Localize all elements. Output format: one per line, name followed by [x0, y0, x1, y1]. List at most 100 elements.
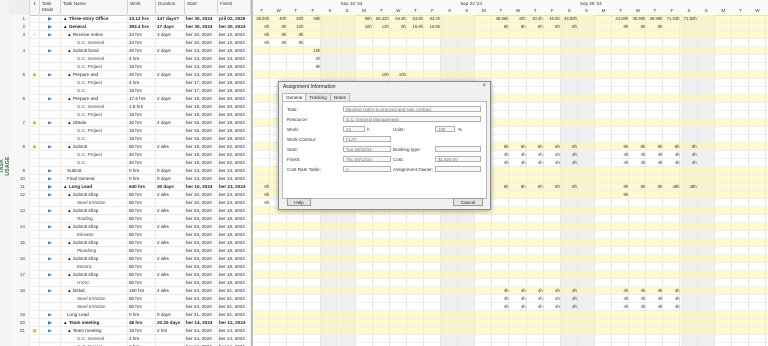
usage-cell[interactable]: 13h [373, 23, 390, 31]
task-name-cell[interactable]: G.C. General [61, 103, 128, 111]
task-mode-icon[interactable]: ▶ [40, 311, 61, 319]
row-id[interactable]: 17 [9, 271, 30, 279]
usage-cell[interactable]: 4h [492, 303, 509, 311]
work-cell[interactable]: 48 hrs [128, 319, 156, 327]
indicator-icon[interactable] [30, 263, 40, 271]
duration-cell[interactable]: 2 wks [156, 207, 185, 215]
cost-field[interactable]: $1,920.00 [435, 156, 481, 162]
table-row[interactable]: Roofing 80 hrs ber 03, 2024 ber 16, 2024 [9, 215, 251, 223]
start-cell[interactable]: ber 24, 2024 [185, 287, 218, 295]
task-name-cell[interactable]: G.C. General [61, 39, 128, 47]
row-id[interactable]: 15 [9, 239, 30, 247]
duration-cell[interactable]: 2 wks [156, 255, 185, 263]
usage-cell[interactable]: 4h [492, 287, 509, 295]
usage-cell[interactable]: 40h [270, 15, 287, 23]
task-mode-icon[interactable]: ▶ [40, 143, 61, 151]
start-cell[interactable]: ber 10, 2024 [185, 39, 218, 47]
finish-cell[interactable]: ber 14, 2024 [218, 335, 251, 343]
work-cell[interactable]: 80 hrs [128, 199, 156, 207]
usage-cell[interactable]: 4h [510, 303, 527, 311]
start-cell[interactable]: ber 03, 2024 [185, 239, 218, 247]
usage-cell[interactable]: 8h [492, 183, 509, 191]
table-row[interactable]: 1 ▶ ▲ Three-story Office 13.12 hrs 147 days?… [9, 15, 251, 23]
usage-cell[interactable]: 10h [356, 23, 373, 31]
work-cell[interactable]: 4 hrs [128, 55, 156, 63]
table-row[interactable]: Steel Erection 80 hrs ber 10, 2024 ber 23, … [9, 199, 251, 207]
duration-cell[interactable] [156, 103, 185, 111]
table-row[interactable]: G.C. Project 40 hrs ber 19, 2024 ber 02, 20… [9, 151, 251, 159]
row-id[interactable] [9, 127, 30, 135]
cancel-button[interactable]: Cancel [453, 198, 483, 206]
help-button[interactable]: Help [287, 198, 311, 206]
work-cell[interactable]: 4 hrs [128, 79, 156, 87]
duration-cell[interactable] [156, 335, 185, 343]
task-mode-icon[interactable]: ▶ [40, 119, 61, 127]
indicator-icon[interactable] [30, 247, 40, 255]
indicator-icon[interactable] [30, 175, 40, 183]
row-id[interactable] [9, 151, 30, 159]
usage-cell[interactable]: 4h [527, 287, 544, 295]
task-mode-icon[interactable] [40, 87, 61, 95]
table-row[interactable]: 19 ▶ Long Lead 0 hrs 0 days ber 21, 2024 ber 2… [9, 311, 251, 319]
table-row[interactable]: 7 ◆ ▶ ▲ Obtain 32 hrs 4 days ber 15, 2024 ber 1… [9, 119, 251, 127]
finish-cell[interactable]: ber 02, 2024 [218, 151, 251, 159]
indicator-icon[interactable] [30, 103, 40, 111]
duration-cell[interactable]: 17 days [156, 23, 185, 31]
task-name-cell[interactable]: G.C. [61, 159, 128, 167]
work-cell[interactable]: 16 hrs [128, 63, 156, 71]
row-id[interactable] [9, 215, 30, 223]
work-cell[interactable]: 20 hrs [128, 47, 156, 55]
start-cell[interactable]: ber 10, 2024 [185, 191, 218, 199]
indicator-icon[interactable] [30, 159, 40, 167]
duration-cell[interactable] [156, 79, 185, 87]
usage-cell[interactable]: 8h [270, 23, 287, 31]
work-cell[interactable]: 80 hrs [128, 231, 156, 239]
indicator-icon[interactable] [30, 199, 40, 207]
finish-cell[interactable]: ber 16, 2024 [218, 231, 251, 239]
task-mode-icon[interactable]: ▶ [40, 207, 61, 215]
row-id[interactable]: 5 [9, 71, 30, 79]
task-mode-icon[interactable]: ▶ [40, 319, 61, 327]
table-row[interactable]: Steel Erection 80 hrs ber 24, 2024 ber 21, … [9, 303, 251, 311]
table-row[interactable]: 18 ▶ ▲ Detail, 160 hrs 4 wks ber 24, 2024 ber … [9, 287, 251, 295]
duration-cell[interactable]: 2 days [156, 95, 185, 103]
task-mode-icon[interactable] [40, 279, 61, 287]
usage-cell[interactable]: 4h [629, 287, 646, 295]
table-row[interactable]: G.C. 16 hrs ber 15, 2024 ber 18, 2024 [9, 135, 251, 143]
start-cell[interactable]: ber 14, 2024 [185, 319, 218, 327]
indicator-icon[interactable] [30, 223, 40, 231]
finish-cell[interactable]: ber 18, 2024 [218, 119, 251, 127]
start-cell[interactable]: ber 19, 2024 [185, 159, 218, 167]
usage-cell[interactable]: 8h [287, 39, 304, 47]
usage-cell[interactable]: 4h [612, 295, 629, 303]
table-row[interactable]: G.C. General 1.6 hrs ber 19, 2024 ber 20, 2… [9, 103, 251, 111]
start-cell[interactable]: ber 13, 2024 [185, 175, 218, 183]
indicator-icon[interactable] [30, 87, 40, 95]
usage-cell[interactable]: 4h [646, 287, 663, 295]
duration-cell[interactable] [156, 127, 185, 135]
duration-cell[interactable] [156, 159, 185, 167]
usage-cell[interactable]: 4h [681, 159, 698, 167]
indicator-icon[interactable] [30, 335, 40, 343]
finish-cell[interactable]: ber 23, 2024 [218, 183, 251, 191]
table-row[interactable]: Elevator 80 hrs ber 03, 2024 ber 16, 2024 [9, 231, 251, 239]
indicator-icon[interactable] [30, 151, 40, 159]
usage-cell[interactable]: 4h [629, 151, 646, 159]
start-cell[interactable]: ber 19, 2024 [185, 95, 218, 103]
duration-cell[interactable]: 20.25 days [156, 319, 185, 327]
duration-cell[interactable]: 4 days [156, 119, 185, 127]
usage-cell[interactable]: 4h [510, 295, 527, 303]
assignment-owner-select[interactable] [435, 166, 481, 172]
row-id[interactable]: 14 [9, 223, 30, 231]
usage-cell[interactable]: 4h [510, 151, 527, 159]
usage-cell[interactable]: 39.98h [646, 15, 663, 23]
task-mode-icon[interactable] [40, 231, 61, 239]
start-cell[interactable]: ber 10, 2024 [185, 183, 218, 191]
task-name-cell[interactable]: Plumbing [61, 247, 128, 255]
work-cell[interactable]: 20 hrs [128, 71, 156, 79]
usage-cell[interactable]: 8h [629, 183, 646, 191]
finish-cell[interactable]: ber 18, 2024 [218, 127, 251, 135]
usage-cell[interactable]: 8h [629, 143, 646, 151]
task-mode-icon[interactable] [40, 247, 61, 255]
work-cell[interactable]: 16 hrs [128, 135, 156, 143]
